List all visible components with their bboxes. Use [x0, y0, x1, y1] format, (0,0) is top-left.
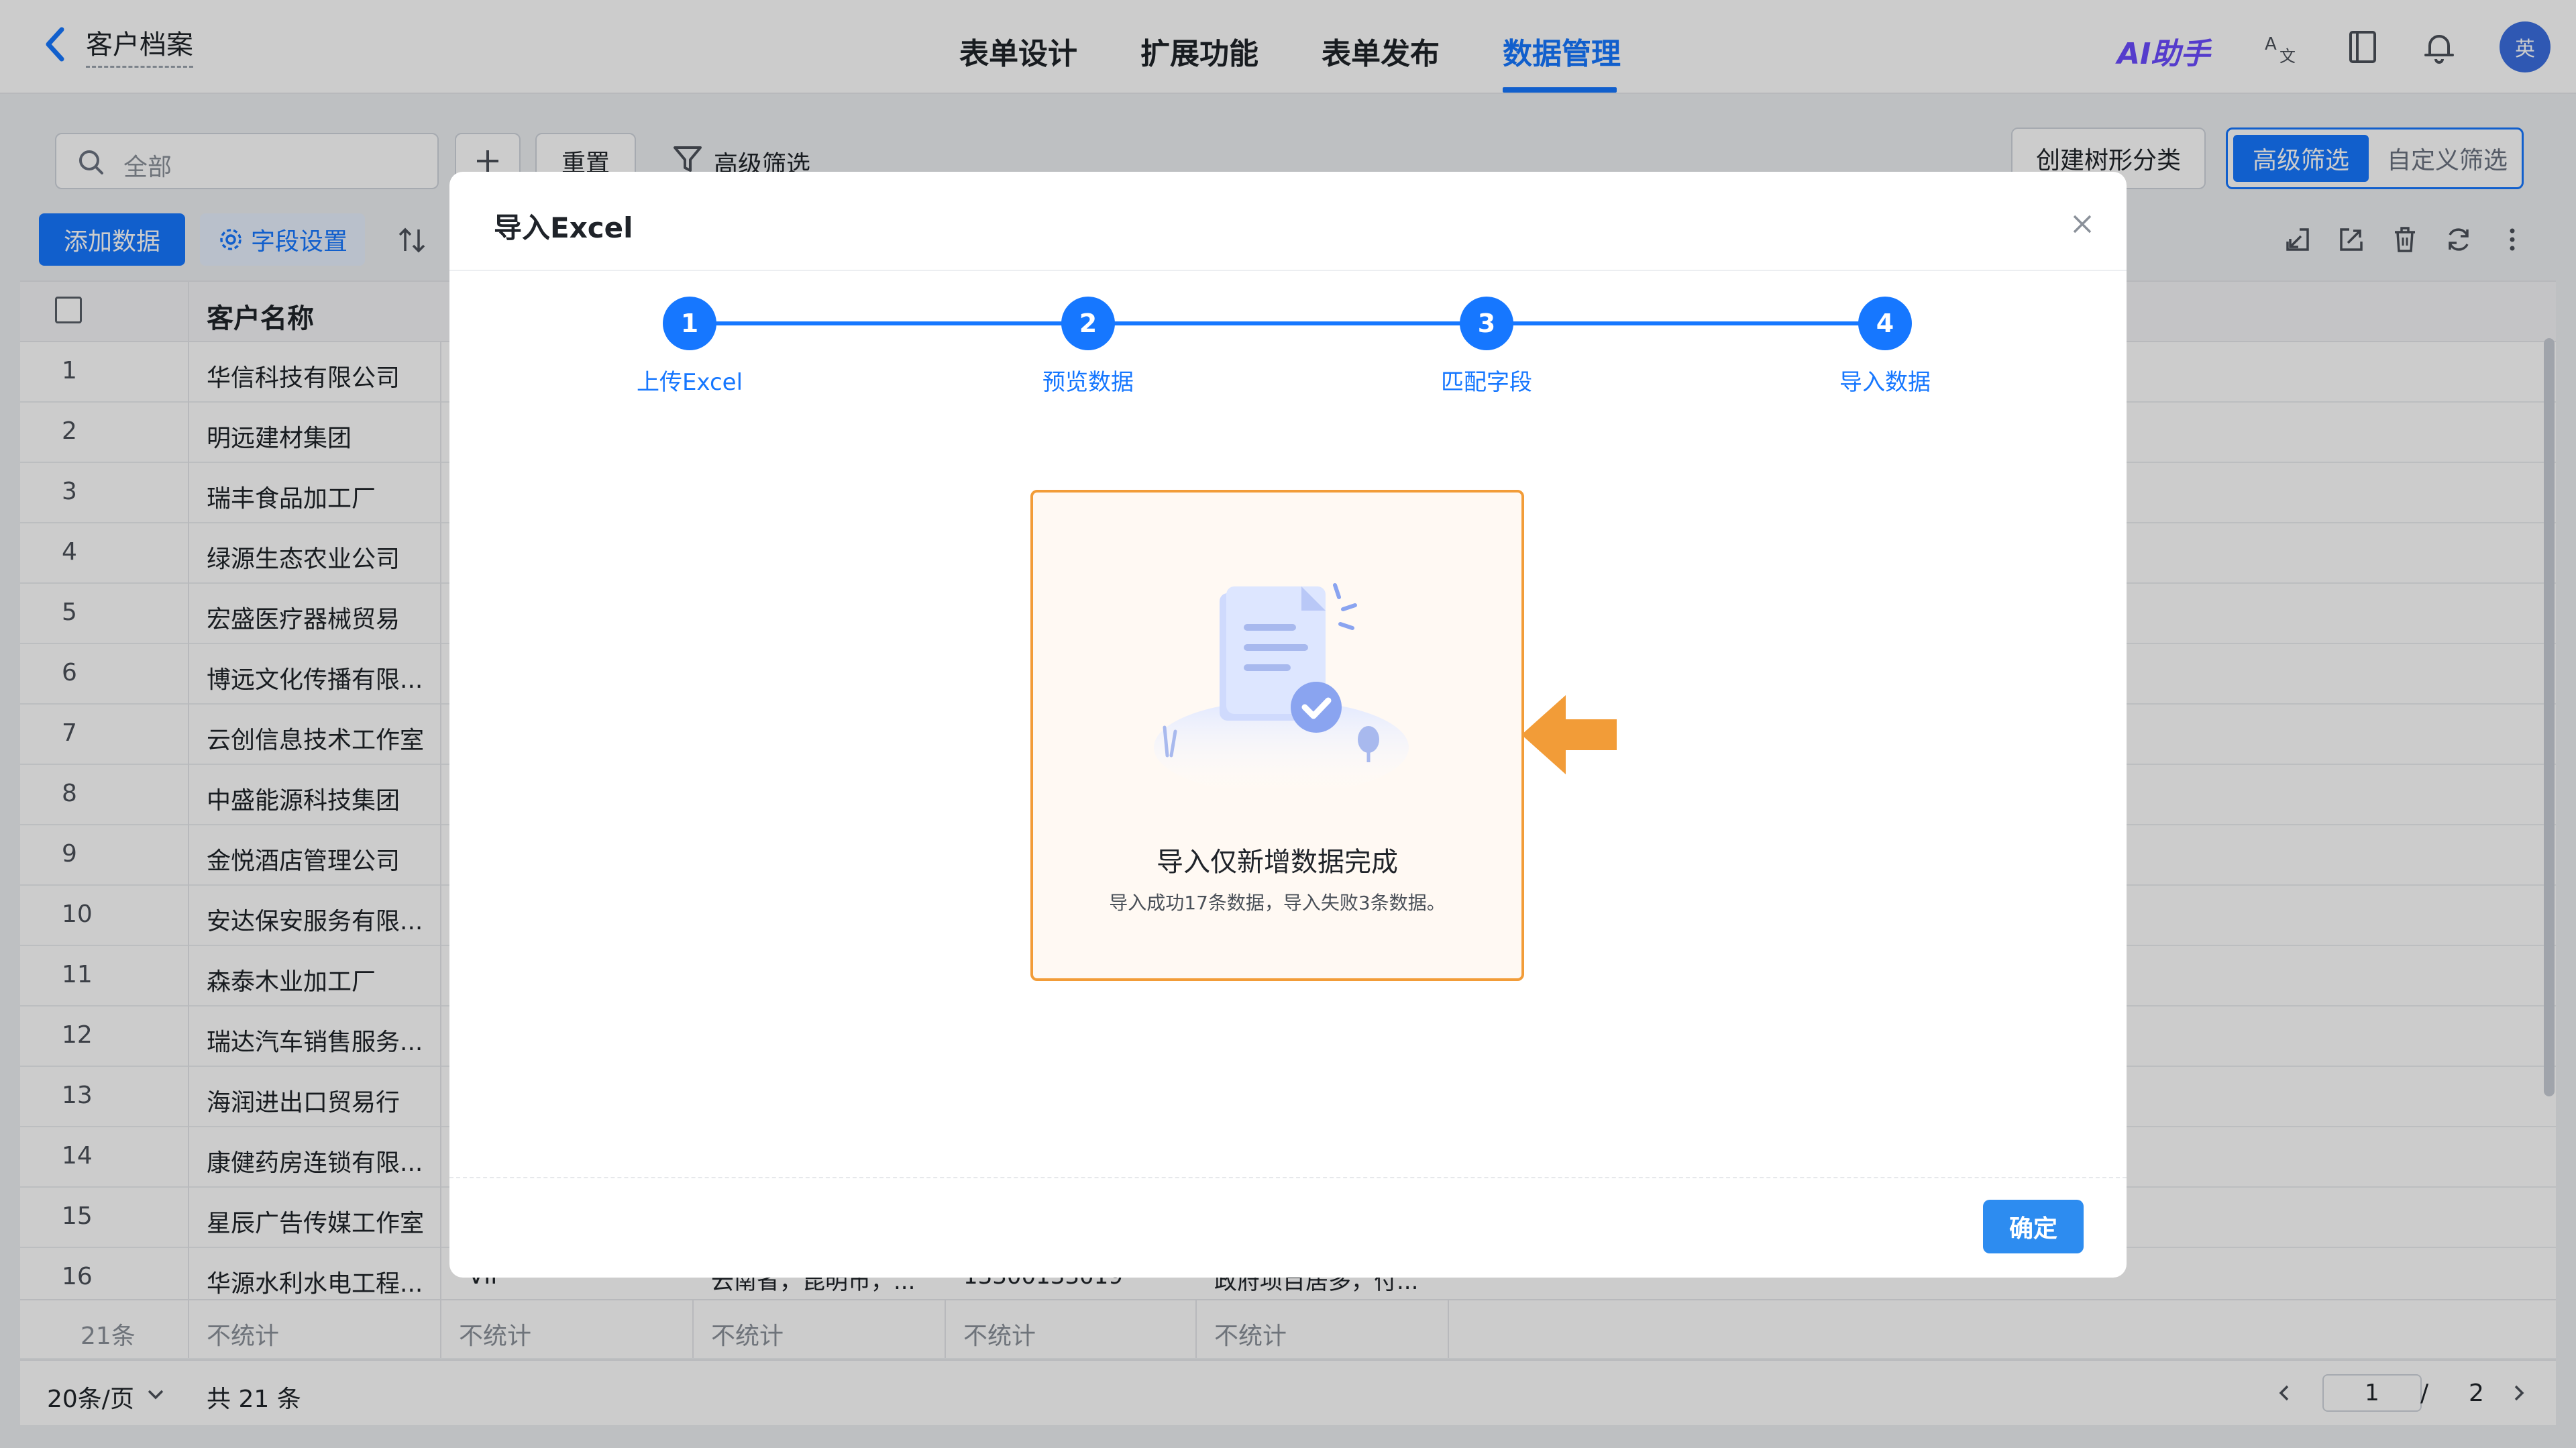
step-3-label: 匹配字段 [1441, 369, 1532, 396]
result-detail: 导入成功17条数据，导入失败3条数据。 [1109, 892, 1446, 914]
step-4-circle: 4 [1858, 297, 1912, 350]
step-1-label: 上传Excel [636, 369, 743, 396]
callout-arrow-icon [1519, 692, 1619, 777]
document-success-illustration [1134, 580, 1429, 788]
result-title: 导入仅新增数据完成 [1157, 847, 1398, 878]
step-connector [1087, 321, 1460, 325]
step-4-label: 导入数据 [1839, 369, 1931, 396]
close-icon[interactable] [2068, 209, 2097, 239]
step-1-circle: 1 [663, 297, 716, 350]
import-excel-modal: 导入Excel 1 2 3 4 上传Excel 预览数据 匹配字段 导入数据 导… [449, 172, 2127, 1278]
step-2-circle: 2 [1061, 297, 1115, 350]
step-3-circle: 3 [1460, 297, 1513, 350]
step-2-label: 预览数据 [1042, 369, 1134, 396]
modal-title: 导入Excel [494, 211, 633, 244]
import-result-card: 导入仅新增数据完成 导入成功17条数据，导入失败3条数据。 [1030, 490, 1524, 981]
confirm-button[interactable]: 确定 [1983, 1200, 2084, 1253]
step-connector [1486, 321, 1859, 325]
step-connector [689, 321, 1062, 325]
modal-footer-divider [449, 1177, 2127, 1178]
modal-header-divider [449, 270, 2127, 271]
